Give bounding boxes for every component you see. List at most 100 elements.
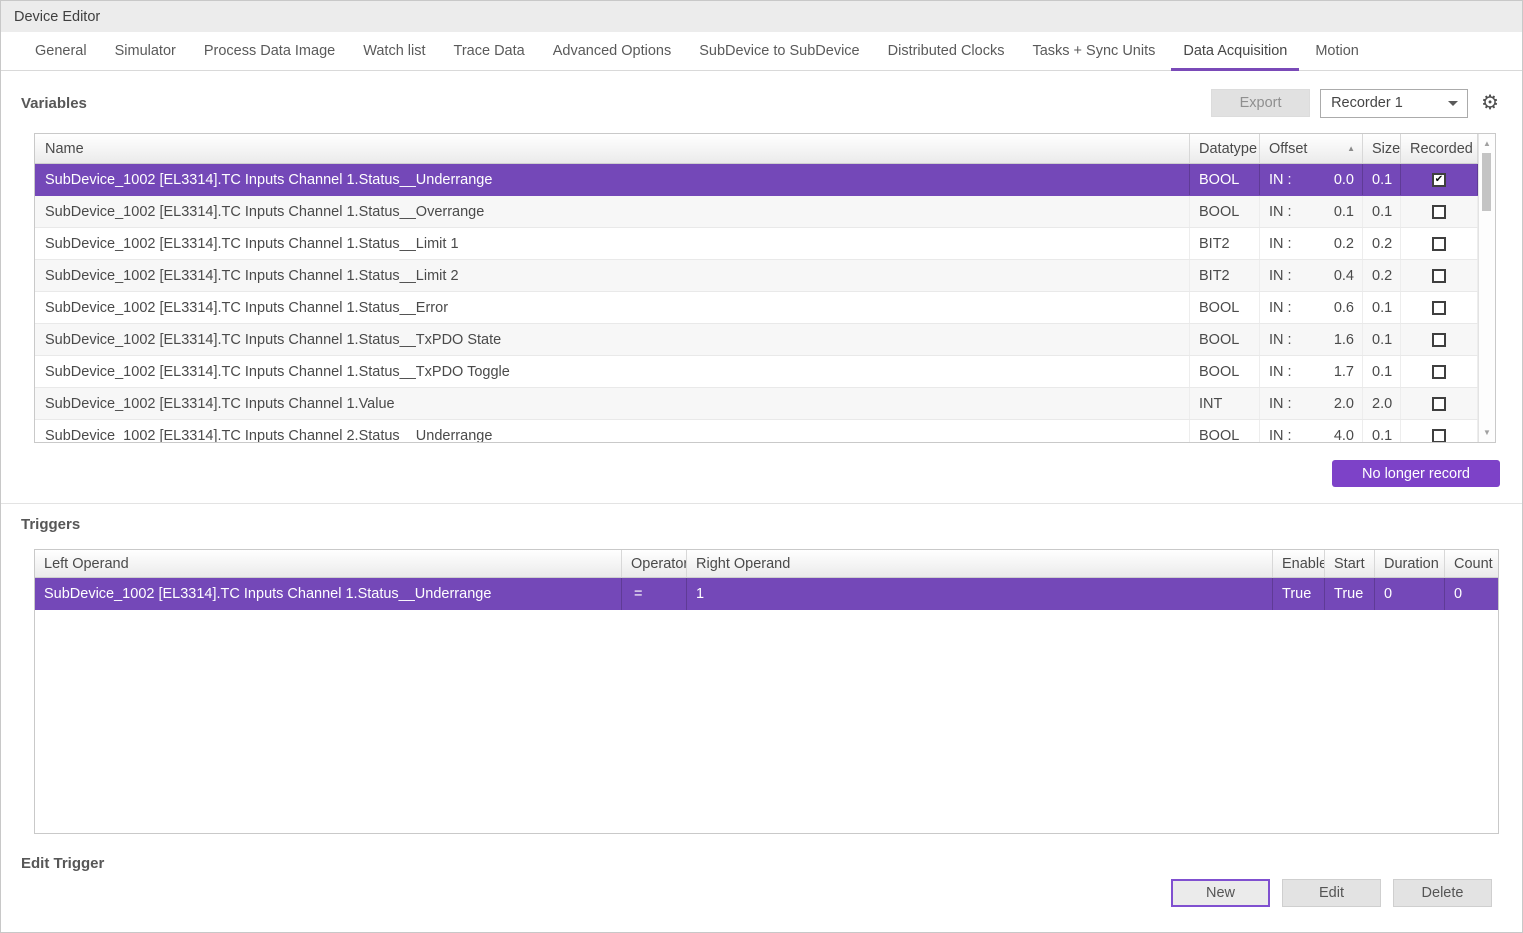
scrollbar-thumb[interactable] — [1482, 153, 1491, 211]
table-row[interactable]: SubDevice_1002 [EL3314].TC Inputs Channe… — [35, 420, 1478, 443]
new-button[interactable]: New — [1171, 879, 1270, 907]
recorded-checkbox[interactable] — [1432, 397, 1446, 411]
variable-datatype: BOOL — [1190, 420, 1260, 443]
tab-general[interactable]: General — [21, 32, 101, 70]
column-header-right-operand[interactable]: Right Operand — [687, 550, 1273, 577]
trigger-left-operand: SubDevice_1002 [EL3314].TC Inputs Channe… — [35, 578, 622, 610]
column-header-name[interactable]: Name — [35, 134, 1190, 163]
recorded-checkbox[interactable] — [1432, 237, 1446, 251]
column-header-size[interactable]: Size — [1363, 134, 1401, 163]
tab-simulator[interactable]: Simulator — [101, 32, 190, 70]
trigger-duration: 0 — [1375, 578, 1445, 610]
variable-name: SubDevice_1002 [EL3314].TC Inputs Channe… — [35, 164, 1190, 195]
variable-datatype: BOOL — [1190, 324, 1260, 355]
scroll-up-icon[interactable]: ▲ — [1479, 136, 1495, 151]
offset-direction: IN : — [1269, 236, 1292, 252]
recorded-checkbox[interactable] — [1432, 301, 1446, 315]
column-header-left-operand[interactable]: Left Operand — [35, 550, 622, 577]
triggers-table: Left Operand Operator Right Operand Enab… — [34, 549, 1499, 834]
recorded-checkbox[interactable] — [1432, 365, 1446, 379]
variable-size: 0.1 — [1363, 292, 1401, 323]
tab-trace-data[interactable]: Trace Data — [440, 32, 539, 70]
table-row[interactable]: SubDevice_1002 [EL3314].TC Inputs Channe… — [35, 292, 1478, 324]
column-header-count[interactable]: Count — [1445, 550, 1498, 577]
tab-data-acquisition[interactable]: Data Acquisition — [1169, 32, 1301, 70]
offset-direction: IN : — [1269, 332, 1292, 348]
column-header-offset-label: Offset — [1269, 141, 1307, 157]
variable-offset: IN : 0.0 — [1260, 164, 1363, 195]
variable-offset: IN : 2.0 — [1260, 388, 1363, 419]
column-header-recorded[interactable]: Recorded — [1401, 134, 1478, 163]
recorded-cell — [1401, 388, 1478, 419]
offset-value: 0.6 — [1334, 300, 1354, 316]
recorded-cell — [1401, 228, 1478, 259]
variable-name: SubDevice_1002 [EL3314].TC Inputs Channe… — [35, 196, 1190, 227]
sort-ascending-icon: ▲ — [1347, 144, 1355, 153]
tab-advanced-options[interactable]: Advanced Options — [539, 32, 686, 70]
tab-motion[interactable]: Motion — [1301, 32, 1373, 70]
variable-size: 0.1 — [1363, 324, 1401, 355]
tab-distributed-clocks[interactable]: Distributed Clocks — [874, 32, 1019, 70]
offset-direction: IN : — [1269, 204, 1292, 220]
variable-name: SubDevice_1002 [EL3314].TC Inputs Channe… — [35, 420, 1190, 443]
offset-direction: IN : — [1269, 172, 1292, 188]
recorded-checkbox[interactable] — [1432, 333, 1446, 347]
tab-tasks-sync-units[interactable]: Tasks + Sync Units — [1018, 32, 1169, 70]
table-row[interactable]: SubDevice_1002 [EL3314].TC Inputs Channe… — [35, 164, 1478, 196]
offset-value: 1.7 — [1334, 364, 1354, 380]
tab-watch-list[interactable]: Watch list — [349, 32, 439, 70]
table-row[interactable]: SubDevice_1002 [EL3314].TC Inputs Channe… — [35, 196, 1478, 228]
gear-icon[interactable]: ⚙ — [1481, 93, 1499, 113]
offset-value: 0.4 — [1334, 268, 1354, 284]
table-row[interactable]: SubDevice_1002 [EL3314].TC Inputs Channe… — [35, 356, 1478, 388]
recorded-checkbox[interactable]: ✔ — [1432, 173, 1446, 187]
variable-datatype: BIT2 — [1190, 260, 1260, 291]
tab-subdevice-to-subdevice[interactable]: SubDevice to SubDevice — [685, 32, 873, 70]
variables-table: Name Datatype Offset ▲ Size Recorded Sub… — [34, 133, 1496, 443]
variable-name: SubDevice_1002 [EL3314].TC Inputs Channe… — [35, 324, 1190, 355]
trigger-enable: True — [1273, 578, 1325, 610]
variable-datatype: INT — [1190, 388, 1260, 419]
column-header-operator[interactable]: Operator — [622, 550, 687, 577]
trigger-count: 0 — [1445, 578, 1498, 610]
variable-offset: IN : 0.2 — [1260, 228, 1363, 259]
table-row[interactable]: SubDevice_1002 [EL3314].TC Inputs Channe… — [35, 260, 1478, 292]
variable-datatype: BOOL — [1190, 356, 1260, 387]
column-header-start[interactable]: Start — [1325, 550, 1375, 577]
chevron-down-icon — [1448, 101, 1458, 106]
recorded-checkbox[interactable] — [1432, 269, 1446, 283]
variables-table-header: Name Datatype Offset ▲ Size Recorded — [35, 134, 1495, 164]
trigger-row[interactable]: SubDevice_1002 [EL3314].TC Inputs Channe… — [35, 578, 1498, 610]
table-row[interactable]: SubDevice_1002 [EL3314].TC Inputs Channe… — [35, 324, 1478, 356]
trigger-start: True — [1325, 578, 1375, 610]
variable-size: 0.1 — [1363, 420, 1401, 443]
offset-value: 0.0 — [1334, 172, 1354, 188]
delete-button[interactable]: Delete — [1393, 879, 1492, 907]
variables-table-body: SubDevice_1002 [EL3314].TC Inputs Channe… — [35, 164, 1495, 443]
column-header-enable[interactable]: Enable — [1273, 550, 1325, 577]
table-row[interactable]: SubDevice_1002 [EL3314].TC Inputs Channe… — [35, 228, 1478, 260]
variable-size: 0.1 — [1363, 196, 1401, 227]
no-longer-record-button[interactable]: No longer record — [1332, 460, 1500, 487]
table-row[interactable]: SubDevice_1002 [EL3314].TC Inputs Channe… — [35, 388, 1478, 420]
column-header-offset[interactable]: Offset ▲ — [1260, 134, 1363, 163]
window-title: Device Editor — [14, 9, 100, 25]
offset-value: 4.0 — [1334, 428, 1354, 444]
recorded-checkbox[interactable] — [1432, 429, 1446, 443]
column-header-duration[interactable]: Duration — [1375, 550, 1445, 577]
offset-direction: IN : — [1269, 268, 1292, 284]
column-header-datatype[interactable]: Datatype — [1190, 134, 1260, 163]
recorded-checkbox[interactable] — [1432, 205, 1446, 219]
recorded-cell — [1401, 324, 1478, 355]
vertical-scrollbar[interactable]: ▲ ▼ — [1478, 134, 1495, 442]
tab-process-data-image[interactable]: Process Data Image — [190, 32, 349, 70]
recorder-select[interactable]: Recorder 1 — [1320, 89, 1468, 118]
variable-offset: IN : 1.6 — [1260, 324, 1363, 355]
edit-button[interactable]: Edit — [1282, 879, 1381, 907]
recorded-cell: ✔ — [1401, 164, 1478, 195]
offset-direction: IN : — [1269, 428, 1292, 444]
variable-datatype: BIT2 — [1190, 228, 1260, 259]
scroll-down-icon[interactable]: ▼ — [1479, 425, 1495, 440]
recorded-cell — [1401, 356, 1478, 387]
export-button[interactable]: Export — [1211, 89, 1310, 117]
